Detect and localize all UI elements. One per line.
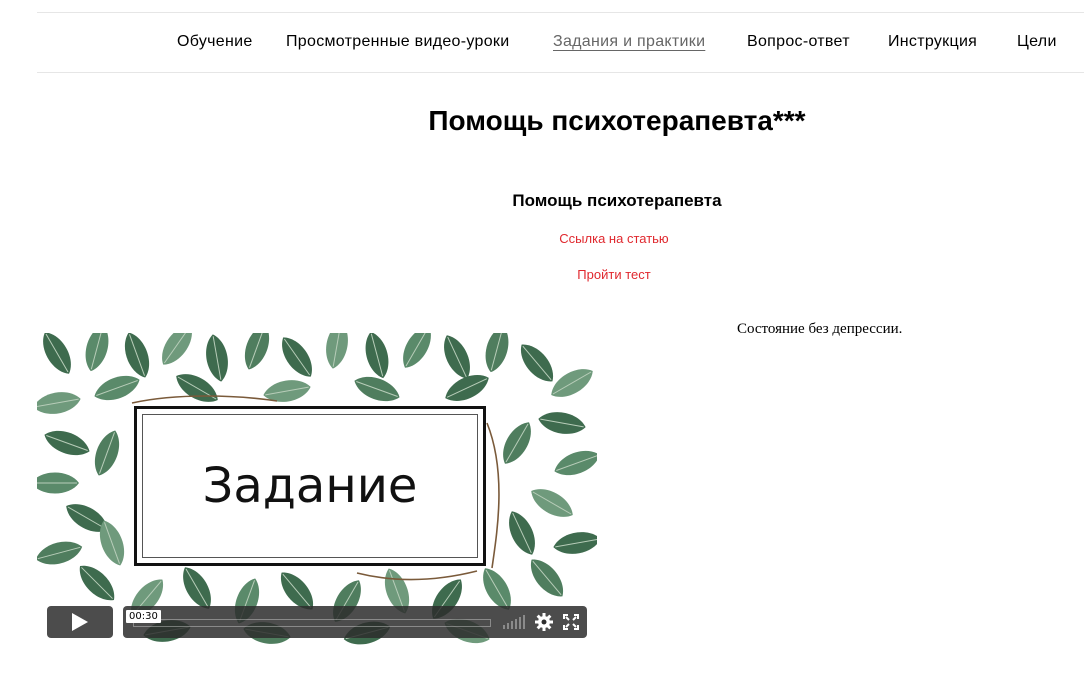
thumbnail-frame: Задание <box>134 406 486 566</box>
nav-item-tasks[interactable]: Задания и практики <box>553 33 705 51</box>
card-title: Помощь психотерапевта <box>512 191 722 210</box>
fullscreen-icon[interactable] <box>563 614 579 630</box>
nav-item-watched-videos[interactable]: Просмотренные видео-уроки <box>286 33 509 51</box>
main-navigation: Обучение Просмотренные видео-уроки Задан… <box>37 13 1084 73</box>
article-link[interactable]: Ссылка на статью <box>0 231 1084 247</box>
gear-icon[interactable] <box>535 613 553 631</box>
time-tooltip: 00:30 <box>126 610 161 623</box>
nav-item-goals[interactable]: Цели <box>1017 33 1057 51</box>
description-text: Состояние без депрессии. <box>737 321 903 337</box>
play-icon <box>72 613 88 631</box>
nav-item-faq[interactable]: Вопрос-ответ <box>747 33 850 51</box>
test-link[interactable]: Пройти тест <box>0 267 1084 283</box>
page-title: Помощь психотерапевта*** <box>428 105 806 136</box>
control-bar: 00:30 <box>123 606 587 638</box>
progress-bar[interactable]: 00:30 <box>126 610 491 627</box>
play-button[interactable] <box>47 606 113 638</box>
video-controls: 00:30 <box>47 606 587 638</box>
nav-item-learning[interactable]: Обучение <box>177 33 253 51</box>
volume-icon[interactable] <box>503 615 525 629</box>
thumbnail-text: Задание <box>202 458 418 514</box>
nav-item-instructions[interactable]: Инструкция <box>888 33 977 51</box>
video-player[interactable]: Задание 00:30 <box>37 333 597 648</box>
